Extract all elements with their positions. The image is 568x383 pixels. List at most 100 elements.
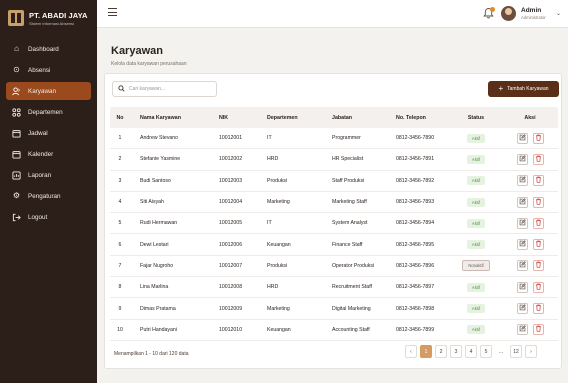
table-row: 10 Putri Handayani 10012010 Keuangan Account…	[110, 320, 558, 341]
user-name[interactable]: Admin	[521, 7, 541, 14]
cell-no: 10	[117, 326, 123, 333]
edit-button[interactable]	[516, 196, 528, 208]
sidebar-item-dashboard[interactable]: ⌂ Dashboard	[6, 40, 91, 58]
sidebar-item-laporan[interactable]: Laporan	[6, 166, 91, 184]
delete-button[interactable]	[532, 281, 544, 293]
cell-department: HRD	[267, 156, 279, 163]
page-button-1[interactable]: 1	[420, 345, 432, 358]
delete-button[interactable]	[532, 239, 544, 251]
edit-icon	[519, 155, 526, 164]
brand: PT. ABADI JAYA Sistem Informasi Absensi	[0, 0, 97, 36]
cell-department: Marketing	[267, 199, 290, 206]
page-button-2[interactable]: 2	[435, 345, 447, 358]
brand-subtitle: Sistem Informasi Absensi	[29, 20, 74, 26]
status-badge: Aktif	[466, 154, 486, 164]
page-button-3[interactable]: 3	[450, 345, 462, 358]
next-page-button[interactable]: ›	[525, 345, 537, 358]
prev-page-button[interactable]: ‹	[405, 345, 417, 358]
edit-button[interactable]	[516, 175, 528, 187]
page-button-last[interactable]: 12	[510, 345, 522, 358]
edit-button[interactable]	[516, 239, 528, 251]
table-row: 8 Lina Marlina 10012008 HRD Recruitment Staf…	[110, 277, 558, 299]
add-employee-button[interactable]: + Tambah Karyawan	[488, 81, 559, 97]
table-row: 5 Rudi Hermawan 10012005 IT System Analyst 08…	[110, 213, 558, 235]
status-badge: Nonaktif	[462, 260, 490, 272]
cell-nik: 10012008	[219, 284, 243, 291]
delete-button[interactable]	[532, 260, 544, 272]
pagination-info: Menampilkan 1 - 10 dari 120 data	[114, 351, 189, 357]
cell-nik: 10012006	[219, 241, 243, 248]
edit-icon	[519, 304, 526, 313]
sidebar-item-kalender[interactable]: Kalender	[6, 145, 91, 163]
edit-button[interactable]	[516, 132, 528, 144]
sidebar-item-departemen[interactable]: Departemen	[6, 103, 91, 121]
cell-actions	[502, 324, 558, 336]
delete-button[interactable]	[532, 196, 544, 208]
search-input[interactable]	[129, 86, 214, 92]
bell-icon[interactable]	[482, 7, 495, 20]
search-box[interactable]	[112, 81, 217, 97]
cell-nik: 10012002	[219, 156, 243, 163]
edit-button[interactable]	[516, 260, 528, 272]
status-badge: Aktif	[466, 176, 486, 186]
delete-button[interactable]	[532, 217, 544, 229]
delete-button[interactable]	[532, 132, 544, 144]
page-button-5[interactable]: 5	[480, 345, 492, 358]
cell-position: Digital Marketing	[332, 305, 371, 312]
edit-icon	[519, 325, 526, 334]
cell-actions	[502, 175, 558, 187]
cell-name: Putri Handayani	[140, 326, 177, 333]
sidebar: PT. ABADI JAYA Sistem Informasi Absensi …	[0, 0, 97, 383]
edit-button[interactable]	[516, 303, 528, 315]
edit-icon	[519, 240, 526, 249]
check-circle-icon: ⊙	[13, 65, 20, 74]
avatar[interactable]	[501, 6, 516, 21]
cell-phone: 0812-3456-7893	[396, 199, 435, 206]
sidebar-item-jadwal[interactable]: Jadwal	[6, 124, 91, 142]
header-position: Jabatan	[332, 114, 353, 121]
cell-nik: 10012001	[219, 135, 243, 142]
cell-department: Produksi	[267, 262, 288, 269]
edit-button[interactable]	[516, 153, 528, 165]
cell-name: Dewi Lestari	[140, 241, 169, 248]
home-icon: ⌂	[14, 44, 19, 53]
cell-nik: 10012010	[219, 326, 243, 333]
delete-button[interactable]	[532, 153, 544, 165]
cell-position: Staff Produksi	[332, 177, 365, 184]
hamburger-menu-icon[interactable]	[108, 8, 117, 16]
pagination-ellipsis: ...	[498, 348, 504, 355]
edit-button[interactable]	[516, 217, 528, 229]
trash-icon	[535, 198, 542, 207]
sidebar-item-absensi[interactable]: ⊙ Absensi	[6, 61, 91, 79]
delete-button[interactable]	[532, 324, 544, 336]
edit-button[interactable]	[516, 324, 528, 336]
cell-status: Aktif	[450, 133, 502, 143]
status-badge: Aktif	[466, 197, 486, 207]
cell-nik: 10012004	[219, 199, 243, 206]
cell-position: System Analyst	[332, 220, 368, 227]
edit-button[interactable]	[516, 281, 528, 293]
delete-button[interactable]	[532, 175, 544, 187]
chevron-down-icon[interactable]: ⌄	[556, 10, 561, 17]
cell-phone: 0812-3456-7896	[396, 262, 435, 269]
delete-button[interactable]	[532, 303, 544, 315]
status-badge: Aktif	[466, 325, 486, 335]
page-button-4[interactable]: 4	[465, 345, 477, 358]
header-status: Status	[467, 114, 485, 121]
status-badge: Aktif	[466, 304, 486, 314]
edit-icon	[519, 133, 526, 143]
cell-actions	[502, 132, 558, 144]
cell-name: Dimas Pratama	[140, 305, 176, 312]
sidebar-item-karyawan[interactable]: Karyawan	[6, 82, 91, 100]
header-actions: Aksi	[524, 114, 536, 121]
trash-icon	[535, 240, 542, 249]
cell-phone: 0812-3456-7895	[396, 241, 435, 248]
cell-phone: 0812-3456-7890	[396, 135, 435, 142]
header-nik: NIK	[219, 114, 229, 121]
cell-actions	[502, 260, 558, 272]
sidebar-item-logout[interactable]: Logout	[6, 208, 91, 226]
sidebar-item-pengaturan[interactable]: ⚙ Pengaturan	[6, 187, 91, 205]
table-row: 6 Dewi Lestari 10012006 Keuangan Finance Sta…	[110, 234, 558, 256]
sidebar-item-label: Pengaturan	[28, 192, 61, 200]
cell-position: Programmer	[332, 135, 361, 142]
